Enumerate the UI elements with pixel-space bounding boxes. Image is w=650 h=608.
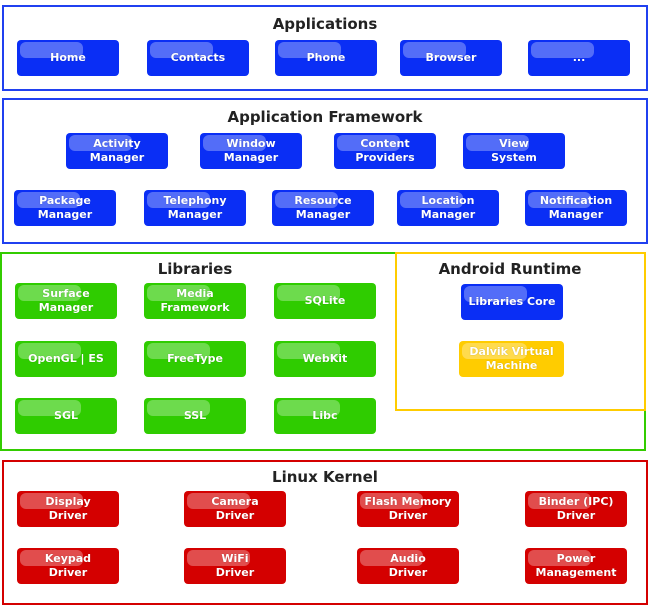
label: ... [572,51,586,64]
label: Activity Manager [89,137,145,164]
label: SGL [54,409,78,422]
sgl: SGL [15,398,117,434]
opengl-es: OpenGL | ES [15,341,117,377]
label: Browser [425,51,477,64]
telephony-manager: Telephony Manager [144,190,246,226]
libraries-title: Libraries [157,260,233,278]
freetype: FreeType [144,341,246,377]
label: OpenGL | ES [28,352,104,365]
window-manager: Window Manager [200,133,302,169]
label: View System [491,137,537,164]
label: Surface Manager [38,287,94,314]
webkit: WebKit [274,341,376,377]
app-phone: Phone [275,40,377,76]
view-system: View System [463,133,565,169]
flash-memory-driver: Flash Memory Driver [357,491,459,527]
label: Audio Driver [388,552,428,579]
label: Power Management [535,552,617,579]
activity-manager: Activity Manager [66,133,168,169]
surface-manager: Surface Manager [15,283,117,319]
libc: Libc [274,398,376,434]
sqlite: SQLite [274,283,376,319]
label: SSL [183,409,207,422]
label: Libc [312,409,338,422]
location-manager: Location Manager [397,190,499,226]
display-driver: Display Driver [17,491,119,527]
label: FreeType [167,352,223,365]
label: Dalvik Virtual Machine [469,345,554,372]
label: Content Providers [355,137,415,164]
resource-manager: Resource Manager [272,190,374,226]
label: Notification Manager [539,194,613,221]
label: Home [50,51,86,64]
app-browser: Browser [400,40,502,76]
notification-manager: Notification Manager [525,190,627,226]
label: Resource Manager [294,194,352,221]
audio-driver: Audio Driver [357,548,459,584]
framework-title: Application Framework [227,108,423,126]
kernel-title: Linux Kernel [272,468,378,486]
label: Telephony Manager [163,194,227,221]
applications-title: Applications [272,15,378,33]
binder-ipc-driver: Binder (IPC) Driver [525,491,627,527]
power-management: Power Management [525,548,627,584]
libraries-core: Libraries Core [461,284,563,320]
runtime-title: Android Runtime [438,260,582,278]
android-architecture-diagram: Applications Application Framework Libra… [0,0,650,608]
package-manager: Package Manager [14,190,116,226]
label: Phone [306,51,346,64]
label: Window Manager [223,137,279,164]
label: Contacts [170,51,226,64]
label: Flash Memory Driver [364,495,452,522]
label: Media Framework [160,287,230,314]
keypad-driver: Keypad Driver [17,548,119,584]
label: Package Manager [37,194,93,221]
app-contacts: Contacts [147,40,249,76]
label: Location Manager [420,194,476,221]
media-framework: Media Framework [144,283,246,319]
ssl: SSL [144,398,246,434]
label: Binder (IPC) Driver [538,495,614,522]
label: Camera Driver [211,495,259,522]
label: WiFi Driver [215,552,255,579]
label: Keypad Driver [44,552,92,579]
wifi-driver: WiFi Driver [184,548,286,584]
app-home: Home [17,40,119,76]
dalvik-vm: Dalvik Virtual Machine [459,341,564,377]
label: Libraries Core [468,295,556,308]
label: Display Driver [45,495,91,522]
content-providers: Content Providers [334,133,436,169]
camera-driver: Camera Driver [184,491,286,527]
label: SQLite [304,294,346,307]
app-more: ... [528,40,630,76]
label: WebKit [302,352,348,365]
